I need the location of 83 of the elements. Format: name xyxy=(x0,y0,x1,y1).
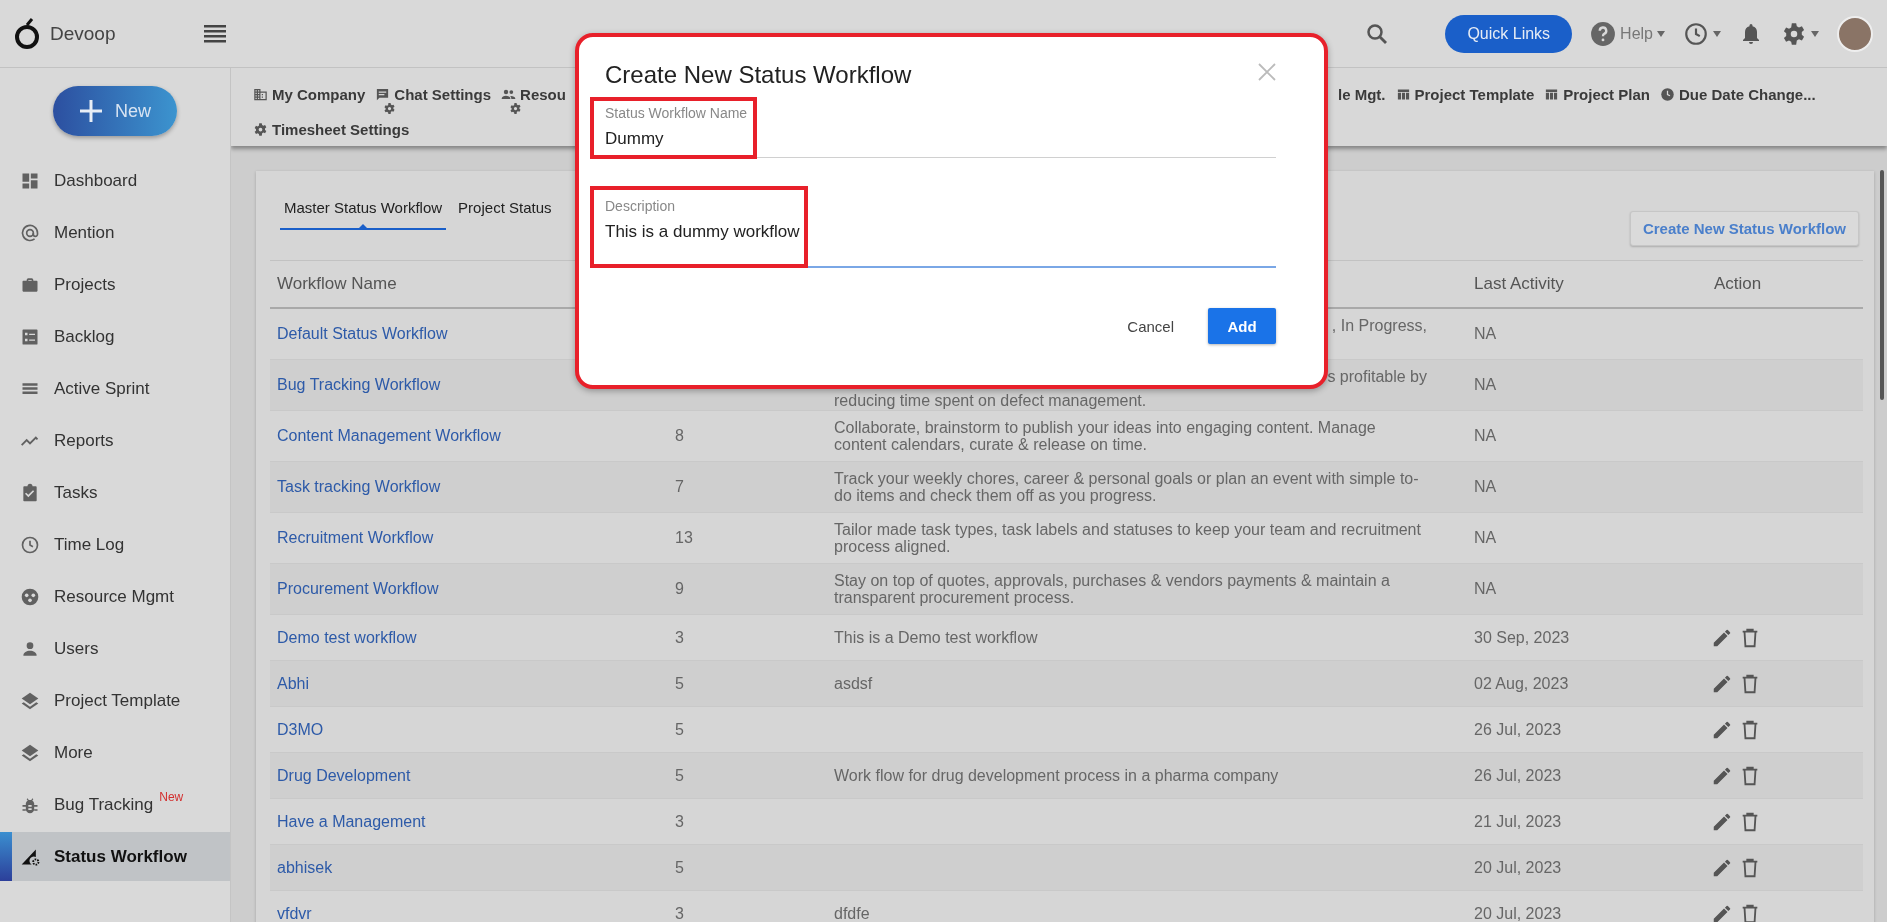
workflow-link[interactable]: Procurement Workflow xyxy=(277,580,439,598)
table-cell-text: This is a Demo test workflow xyxy=(834,629,1039,646)
table-cell: NA xyxy=(1474,478,1497,496)
table-cell-text: Work flow for drug development process in a pharma company xyxy=(834,767,1280,784)
table-cell: 5 xyxy=(675,674,684,693)
workflow-link[interactable]: Content Management Workflow xyxy=(277,427,501,445)
table-cell: 13 xyxy=(675,529,693,547)
settings-link[interactable]: Project Template xyxy=(1395,86,1535,103)
sidebar-item[interactable]: Mention xyxy=(0,208,230,257)
table-cell: NA xyxy=(1474,529,1497,547)
workflow-link[interactable]: Demo test workflow xyxy=(277,628,417,647)
table-cell-text: dfdfe xyxy=(834,905,871,922)
settings-link[interactable]: Timesheet Settings xyxy=(253,121,410,138)
table-cell: 5 xyxy=(675,720,684,739)
quick-links-button[interactable]: Quick Links xyxy=(1445,14,1573,53)
table-cell: NA xyxy=(1474,580,1497,598)
table-cell: 8 xyxy=(675,427,684,445)
tab[interactable]: Project Status xyxy=(454,193,556,230)
table-cell-text: Stay on top of quotes, approvals, purchases & vendors payments & maintain a transparent procurement process. xyxy=(834,572,1391,606)
table-cell-text: asdsf xyxy=(834,675,874,692)
settings-link[interactable]: Resou xyxy=(501,86,566,103)
table-cell: NA xyxy=(1474,325,1497,343)
workflow-link[interactable]: Have a Management xyxy=(277,812,426,831)
table-cell: s profitable by xyxy=(1327,368,1427,385)
sidebar-item[interactable]: Status Workflow xyxy=(0,832,230,881)
table-cell: 3 xyxy=(675,904,684,922)
workflow-link[interactable]: vfdvr xyxy=(277,904,312,922)
workflow-link[interactable]: Bug Tracking Workflow xyxy=(277,376,441,394)
sidebar-item[interactable]: Backlog xyxy=(0,312,230,361)
workflow-link[interactable]: Abhi xyxy=(277,674,310,693)
sidebar-item[interactable]: Active Sprint xyxy=(0,364,230,413)
table-cell: 30 Sep, 2023 xyxy=(1474,628,1570,647)
column-header: Workflow Name xyxy=(277,274,397,294)
table-cell: 26 Jul, 2023 xyxy=(1474,720,1562,739)
new-label: New xyxy=(159,790,184,804)
input-field[interactable]: Description This is a dummy workflow xyxy=(605,190,1276,268)
sidebar-item[interactable]: Resource Mgmt xyxy=(0,572,230,621)
sidebar-item[interactable]: Tasks xyxy=(0,468,230,517)
table-cell-text: Tailor made task types, task labels and statuses to keep your team and recruitment process aligned. xyxy=(834,521,1422,555)
cancel-button[interactable]: Cancel xyxy=(1121,316,1180,336)
workflow-link[interactable]: Task tracking Workflow xyxy=(277,478,441,496)
table-cell-text: Collaborate, brainstorm to publish your ideas into engaging content. Manage content calendars, curate & release on time. xyxy=(834,419,1377,453)
table-cell: 26 Jul, 2023 xyxy=(1474,766,1562,785)
table-cell-text: Track your weekly chores, career & personal goals or plan an event with simple to-do items and check them off as you progress. xyxy=(834,470,1420,504)
workflow-link[interactable]: D3MO xyxy=(277,720,324,739)
table-cell: 3 xyxy=(675,628,684,647)
sidebar-item[interactable]: Reports xyxy=(0,416,230,465)
sidebar-item[interactable]: Time Log xyxy=(0,520,230,569)
table-cell: 20 Jul, 2023 xyxy=(1474,904,1562,922)
sidebar-item[interactable]: Users xyxy=(0,624,230,673)
table-cell: 3 xyxy=(675,812,684,831)
workflow-link[interactable]: Recruitment Workflow xyxy=(277,529,434,547)
input-field[interactable]: Status Workflow Name Dummy xyxy=(605,97,1276,158)
column-header: Last Activity xyxy=(1474,274,1564,294)
app-name: Devoop xyxy=(50,22,116,45)
table-cell: 02 Aug, 2023 xyxy=(1474,674,1569,693)
workflow-link[interactable]: Default Status Workflow xyxy=(277,325,448,343)
workflow-link[interactable]: Drug Development xyxy=(277,766,411,785)
dialog-title: Create New Status Workflow xyxy=(605,61,912,89)
sidebar-item[interactable]: More xyxy=(0,728,230,777)
table-cell: 5 xyxy=(675,766,684,785)
table-cell: NA xyxy=(1474,427,1497,445)
settings-link[interactable]: My Company xyxy=(253,86,366,103)
table-cell: 20 Jul, 2023 xyxy=(1474,858,1562,877)
table-cell: reducing time spent on defect management. xyxy=(834,392,1147,410)
settings-link[interactable]: Chat Settings xyxy=(375,86,492,103)
settings-link[interactable]: Due Date Change... xyxy=(1659,86,1816,103)
column-header: Action xyxy=(1714,274,1762,294)
sidebar-item[interactable]: Bug Tracking New xyxy=(0,780,230,829)
add-button[interactable]: Add xyxy=(1208,308,1276,344)
sidebar-item[interactable]: Dashboard xyxy=(0,156,230,205)
tab[interactable]: Master Status Workflow xyxy=(280,193,447,230)
table-cell: , In Progress, xyxy=(1331,317,1427,334)
table-cell: 7 xyxy=(675,478,684,496)
table-cell: NA xyxy=(1474,376,1497,394)
workflow-link[interactable]: abhisek xyxy=(277,858,333,877)
settings-link[interactable]: Project Plan xyxy=(1544,86,1650,103)
settings-link[interactable]: le Mgt. xyxy=(1338,86,1386,103)
table-cell: 21 Jul, 2023 xyxy=(1474,812,1562,831)
table-cell: 9 xyxy=(675,580,684,598)
sidebar-item[interactable]: Project Template xyxy=(0,676,230,725)
table-cell: 5 xyxy=(675,858,684,877)
sidebar-item[interactable]: Projects xyxy=(0,260,230,309)
